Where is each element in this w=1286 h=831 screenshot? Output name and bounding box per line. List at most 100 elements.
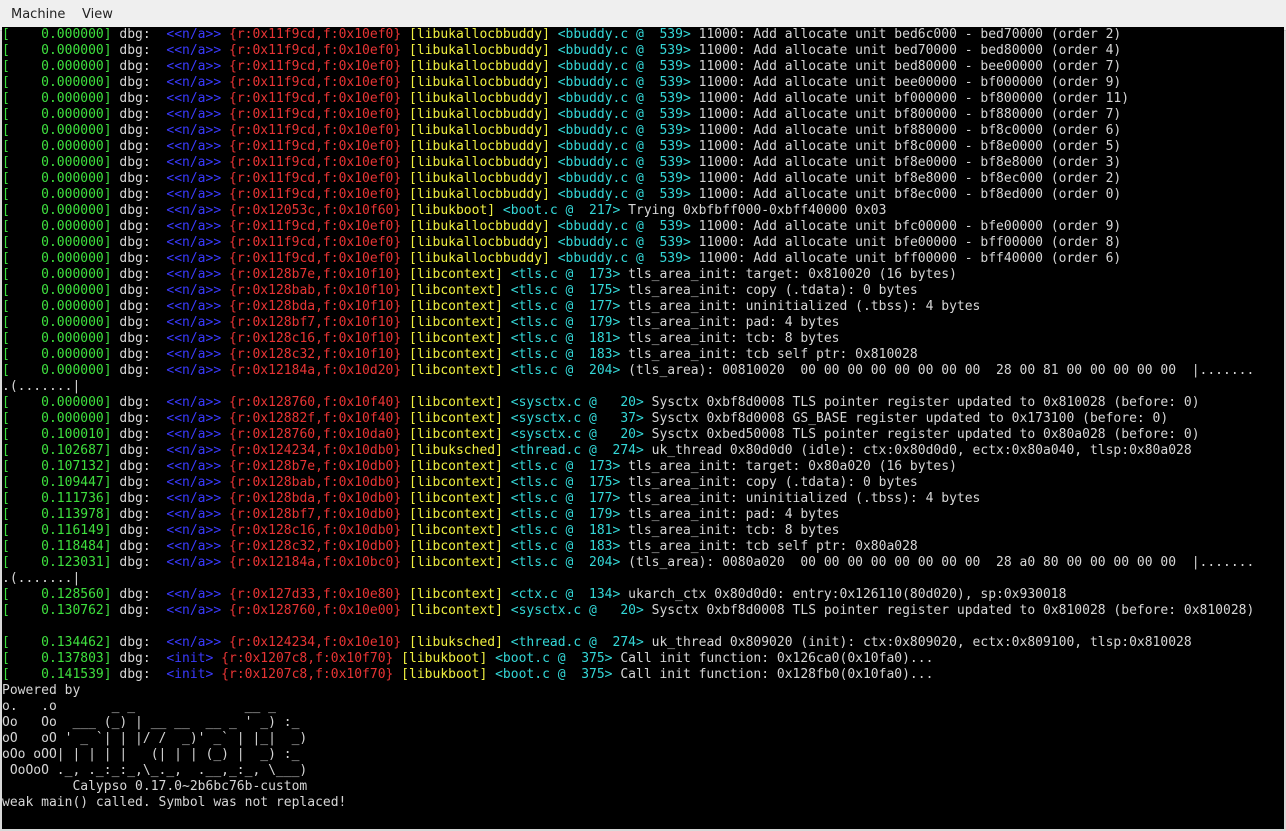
log-message: (tls_area): 00810020 00 00 00 00 00 00 0… bbox=[620, 363, 1255, 378]
log-message: Sysctx 0xbf8d0008 TLS pointer register u… bbox=[643, 603, 1255, 618]
log-frame: {r:0x128bf7,f:0x10db0} bbox=[221, 507, 402, 522]
log-raw-text: .(.......| bbox=[2, 379, 81, 394]
log-timestamp: [ 0.107132] bbox=[2, 459, 112, 474]
log-source: <tls.c @ 177> bbox=[502, 299, 621, 314]
log-line: [ 0.128560] dbg: <<n/a>> {r:0x127d33,f:0… bbox=[2, 587, 1254, 603]
log-context: <<n/a>> bbox=[158, 219, 222, 234]
log-library: [libcontext] bbox=[401, 347, 503, 362]
log-level: dbg: bbox=[111, 283, 159, 298]
log-level: dbg: bbox=[111, 667, 159, 682]
log-context: <<n/a>> bbox=[158, 187, 222, 202]
console-log: [ 0.000000] dbg: <<n/a>> {r:0x11f9cd,f:0… bbox=[2, 27, 1254, 811]
log-context: <<n/a>> bbox=[158, 523, 222, 538]
log-frame: {r:0x128bda,f:0x10f10} bbox=[221, 299, 402, 314]
log-line: [ 0.000000] dbg: <<n/a>> {r:0x11f9cd,f:0… bbox=[2, 43, 1254, 59]
log-context: <<n/a>> bbox=[158, 171, 222, 186]
log-line: [ 0.000000] dbg: <<n/a>> {r:0x12053c,f:0… bbox=[2, 203, 1254, 219]
log-level: dbg: bbox=[111, 59, 159, 74]
log-frame: {r:0x11f9cd,f:0x10ef0} bbox=[221, 155, 402, 170]
log-frame: {r:0x128c32,f:0x10f10} bbox=[221, 347, 402, 362]
log-frame: {r:0x12184a,f:0x10d20} bbox=[221, 363, 402, 378]
log-library: [libcontext] bbox=[401, 411, 503, 426]
log-level: dbg: bbox=[111, 395, 159, 410]
log-frame: {r:0x128760,f:0x10da0} bbox=[221, 427, 402, 442]
log-frame: {r:0x128c32,f:0x10db0} bbox=[221, 539, 402, 554]
log-frame: {r:0x11f9cd,f:0x10ef0} bbox=[221, 59, 402, 74]
log-line: [ 0.000000] dbg: <<n/a>> {r:0x128760,f:0… bbox=[2, 395, 1254, 411]
log-timestamp: [ 0.000000] bbox=[2, 123, 112, 138]
log-message: 11000: Add allocate unit bfc00000 - bfe0… bbox=[690, 219, 1122, 234]
log-line: [ 0.100010] dbg: <<n/a>> {r:0x128760,f:0… bbox=[2, 427, 1254, 443]
log-library: [libcontext] bbox=[401, 555, 503, 570]
log-context: <<n/a>> bbox=[158, 139, 222, 154]
log-timestamp: [ 0.000000] bbox=[2, 219, 112, 234]
log-timestamp: [ 0.128560] bbox=[2, 587, 112, 602]
log-timestamp: [ 0.123031] bbox=[2, 555, 112, 570]
log-timestamp: [ 0.000000] bbox=[2, 347, 112, 362]
log-context: <<n/a>> bbox=[158, 75, 222, 90]
log-library: [libukallocbbuddy] bbox=[401, 187, 550, 202]
log-frame: {r:0x11f9cd,f:0x10ef0} bbox=[221, 43, 402, 58]
log-library: [libcontext] bbox=[401, 363, 503, 378]
log-library: [libukallocbbuddy] bbox=[401, 107, 550, 122]
log-timestamp: [ 0.000000] bbox=[2, 283, 112, 298]
log-timestamp: [ 0.130762] bbox=[2, 603, 112, 618]
log-level: dbg: bbox=[111, 539, 159, 554]
log-library: [libcontext] bbox=[401, 459, 503, 474]
log-context: <<n/a>> bbox=[158, 267, 222, 282]
log-line: [ 0.000000] dbg: <<n/a>> {r:0x11f9cd,f:0… bbox=[2, 75, 1254, 91]
log-timestamp: [ 0.000000] bbox=[2, 91, 112, 106]
log-frame: {r:0x11f9cd,f:0x10ef0} bbox=[221, 75, 402, 90]
log-source: <tls.c @ 175> bbox=[502, 283, 621, 298]
log-message: tls_area_init: tcb: 8 bytes bbox=[620, 331, 840, 346]
log-line: [ 0.000000] dbg: <<n/a>> {r:0x11f9cd,f:0… bbox=[2, 171, 1254, 187]
log-context: <<n/a>> bbox=[158, 635, 222, 650]
log-line: [ 0.000000] dbg: <<n/a>> {r:0x11f9cd,f:0… bbox=[2, 187, 1254, 203]
log-library: [libukallocbbuddy] bbox=[401, 91, 550, 106]
log-message: uk_thread 0x809020 (init): ctx:0x809020,… bbox=[643, 635, 1192, 650]
log-source: <tls.c @ 173> bbox=[502, 459, 621, 474]
log-line: [ 0.000000] dbg: <<n/a>> {r:0x11f9cd,f:0… bbox=[2, 219, 1254, 235]
log-frame: {r:0x128760,f:0x10e00} bbox=[221, 603, 402, 618]
log-level: dbg: bbox=[111, 171, 159, 186]
log-line: [ 0.000000] dbg: <<n/a>> {r:0x11f9cd,f:0… bbox=[2, 123, 1254, 139]
menu-view[interactable]: View bbox=[79, 0, 116, 30]
log-context: <<n/a>> bbox=[158, 123, 222, 138]
log-level: dbg: bbox=[111, 219, 159, 234]
log-context: <<n/a>> bbox=[158, 315, 222, 330]
log-frame: {r:0x128bab,f:0x10db0} bbox=[221, 475, 402, 490]
vm-console[interactable]: [ 0.000000] dbg: <<n/a>> {r:0x11f9cd,f:0… bbox=[2, 27, 1284, 829]
log-context: <<n/a>> bbox=[158, 283, 222, 298]
log-frame: {r:0x11f9cd,f:0x10ef0} bbox=[221, 235, 402, 250]
log-context: <<n/a>> bbox=[158, 299, 222, 314]
log-level: dbg: bbox=[111, 427, 159, 442]
log-level: dbg: bbox=[111, 411, 159, 426]
log-frame: {r:0x128bab,f:0x10f10} bbox=[221, 283, 402, 298]
log-line: [ 0.000000] dbg: <<n/a>> {r:0x11f9cd,f:0… bbox=[2, 155, 1254, 171]
log-level: dbg: bbox=[111, 363, 159, 378]
log-timestamp: [ 0.000000] bbox=[2, 107, 112, 122]
log-message: tls_area_init: tcb self ptr: 0x810028 bbox=[620, 347, 918, 362]
log-timestamp: [ 0.000000] bbox=[2, 139, 112, 154]
log-source: <bbuddy.c @ 539> bbox=[549, 219, 691, 234]
log-level: dbg: bbox=[111, 347, 159, 362]
log-library: [libcontext] bbox=[401, 331, 503, 346]
log-library: [libukallocbbuddy] bbox=[401, 139, 550, 154]
log-message: tls_area_init: uninitialized (.tbss): 4 … bbox=[620, 299, 981, 314]
log-timestamp: [ 0.000000] bbox=[2, 235, 112, 250]
log-line: [ 0.000000] dbg: <<n/a>> {r:0x128bda,f:0… bbox=[2, 299, 1254, 315]
log-source: <boot.c @ 375> bbox=[487, 651, 613, 666]
log-source: <bbuddy.c @ 539> bbox=[549, 75, 691, 90]
log-line: [ 0.000000] dbg: <<n/a>> {r:0x11f9cd,f:0… bbox=[2, 235, 1254, 251]
log-library: [libukallocbbuddy] bbox=[401, 251, 550, 266]
log-context: <<n/a>> bbox=[158, 427, 222, 442]
menu-machine[interactable]: Machine bbox=[8, 0, 68, 30]
log-line: Oo Oo ___ (_) | __ __ __ _ ' _) :_ bbox=[2, 715, 1254, 731]
log-library: [libcontext] bbox=[401, 475, 503, 490]
log-message: ukarch_ctx 0x80d0d0: entry:0x126110(80d0… bbox=[620, 587, 1067, 602]
log-line: [ 0.000000] dbg: <<n/a>> {r:0x128c32,f:0… bbox=[2, 347, 1254, 363]
log-library: [libcontext] bbox=[401, 491, 503, 506]
log-frame: {r:0x11f9cd,f:0x10ef0} bbox=[221, 219, 402, 234]
log-source: <bbuddy.c @ 539> bbox=[549, 107, 691, 122]
log-context: <<n/a>> bbox=[158, 235, 222, 250]
